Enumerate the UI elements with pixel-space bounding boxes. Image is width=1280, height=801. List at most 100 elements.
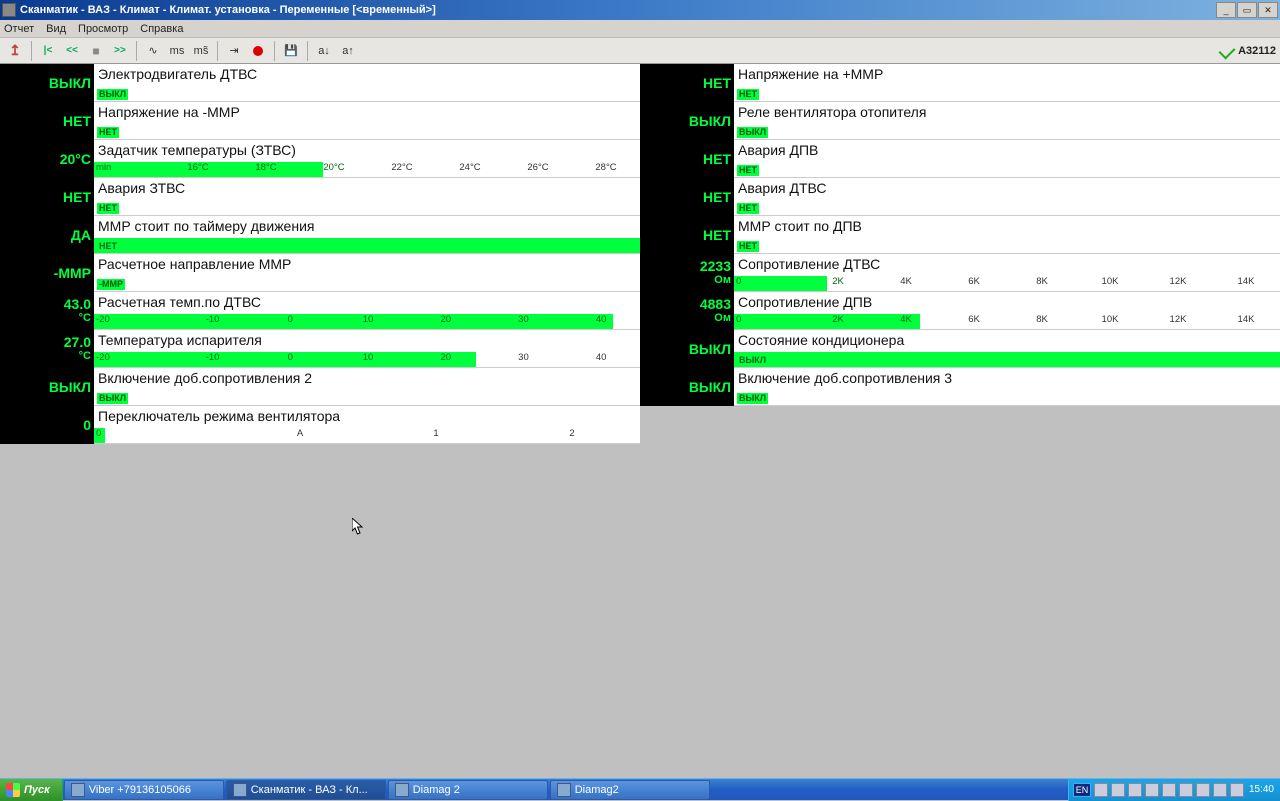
status-badge: ВЫКЛ (737, 393, 768, 404)
parameter-row[interactable]: 2233ОмСопротивление ДТВС02K4K6K8K10K12K1… (640, 254, 1280, 292)
parameter-row[interactable]: НЕТММР стоит по ДПВНЕТ (640, 216, 1280, 254)
label-cell: Температура испарителя-20-10010203040 (94, 330, 640, 368)
window-buttons: _ ▭ ✕ (1216, 2, 1278, 18)
parameter-row[interactable]: НЕТАвария ЗТВСНЕТ (0, 178, 640, 216)
status-badge: НЕТ (737, 241, 759, 252)
bar-tick: 20 (407, 314, 485, 329)
separator (217, 41, 218, 61)
value-cell: 0 (0, 406, 94, 444)
parameter-unit: °C (79, 349, 91, 363)
parameter-row[interactable]: ВЫКЛВключение доб.сопротивления 2ВЫКЛ (0, 368, 640, 406)
tray-icon[interactable] (1196, 783, 1210, 797)
status-badge: НЕТ (737, 165, 759, 176)
label-cell: Состояние кондиционераВЫКЛ (734, 330, 1280, 368)
language-indicator[interactable]: EN (1073, 783, 1091, 797)
sort-desc-icon: a↑ (342, 45, 354, 57)
bar-tick: 12K (1144, 314, 1212, 329)
toolbar-up-button[interactable]: ↥ (4, 40, 26, 62)
toolbar-first-button[interactable]: |< (37, 40, 59, 62)
start-button[interactable]: Пуск (0, 779, 63, 801)
toolbar-prev-button[interactable]: << (61, 40, 83, 62)
minimize-button[interactable]: _ (1216, 2, 1236, 18)
toolbar-next-button[interactable]: >> (109, 40, 131, 62)
toolbar-stop-button[interactable]: ■ (85, 40, 107, 62)
separator (31, 41, 32, 61)
window-title: Сканматик - ВАЗ - Климат - Климат. устан… (20, 4, 1216, 16)
toolbar-mswave-button[interactable]: ms̃ (190, 40, 212, 62)
label-cell: Переключатель режима вентилятора0А12 (94, 406, 640, 444)
toolbar-ms-button[interactable]: ms (166, 40, 188, 62)
tray-icon[interactable] (1145, 783, 1159, 797)
toolbar-record-button[interactable] (247, 40, 269, 62)
bar-tick: 1 (368, 428, 504, 443)
maximize-button[interactable]: ▭ (1237, 2, 1257, 18)
parameter-row[interactable]: ВЫКЛСостояние кондиционераВЫКЛ (640, 330, 1280, 368)
status-badge: -ММР (97, 279, 125, 290)
taskbar-items: Viber +79136105066Сканматик - ВАЗ - Кл..… (63, 780, 711, 800)
bar-tick: 6K (940, 314, 1008, 329)
tray-icon[interactable] (1179, 783, 1193, 797)
tray-icon[interactable] (1094, 783, 1108, 797)
parameter-row[interactable]: НЕТНапряжение на -ММРНЕТ (0, 102, 640, 140)
parameter-row[interactable]: НЕТАвария ДТВСНЕТ (640, 178, 1280, 216)
tray-icon[interactable] (1213, 783, 1227, 797)
parameter-label: Включение доб.сопротивления 3 (738, 370, 1276, 386)
menu-browse[interactable]: Просмотр (78, 23, 128, 35)
bar-tick: 2K (804, 276, 872, 291)
tray-icon[interactable] (1128, 783, 1142, 797)
tray-icon[interactable] (1230, 783, 1244, 797)
parameter-row[interactable]: ВЫКЛРеле вентилятора отопителяВЫКЛ (640, 102, 1280, 140)
taskbar-item[interactable]: Сканматик - ВАЗ - Кл... (226, 780, 386, 800)
toolbar-sort-desc-button[interactable]: a↑ (337, 40, 359, 62)
menu-view[interactable]: Вид (46, 23, 66, 35)
status-badge: ВЫКЛ (737, 127, 768, 138)
parameter-row[interactable]: 4883ОмСопротивление ДПВ02K4K6K8K10K12K14… (640, 292, 1280, 330)
parameter-label: ММР стоит по ДПВ (738, 218, 1276, 234)
toolbar-save-button[interactable]: 💾 (280, 40, 302, 62)
parameter-row[interactable]: ВЫКЛЭлектродвигатель ДТВСВЫКЛ (0, 64, 640, 102)
menu-help[interactable]: Справка (140, 23, 183, 35)
toolbar-sort-asc-button[interactable]: a↓ (313, 40, 335, 62)
taskbar-item[interactable]: Diamag2 (550, 780, 710, 800)
bar-tick: 4K (872, 314, 940, 329)
clock[interactable]: 15:40 (1247, 784, 1276, 795)
bar-gauge: 0А12 (94, 428, 640, 443)
parameter-value: 4883 (700, 297, 731, 311)
parameter-value: НЕТ (703, 190, 731, 204)
bar-tick: 12K (1144, 276, 1212, 291)
parameter-label: Расчетное направление ММР (98, 256, 636, 272)
parameter-value: ВЫКЛ (49, 76, 91, 90)
value-cell: НЕТ (640, 64, 734, 102)
toolbar-pin-button[interactable]: ⇥ (223, 40, 245, 62)
bar-tick: 20 (407, 352, 485, 367)
parameter-unit: Ом (714, 311, 731, 325)
taskbar-item[interactable]: Viber +79136105066 (64, 780, 224, 800)
bar-ticks: 0А12 (94, 428, 640, 443)
value-cell: 2233Ом (640, 254, 734, 292)
parameter-row[interactable]: ВЫКЛВключение доб.сопротивления 3ВЫКЛ (640, 368, 1280, 406)
status-badge: НЕТ (737, 203, 759, 214)
bar-tick: 0 (251, 352, 329, 367)
parameter-row[interactable]: ДАММР стоит по таймеру движенияНЕТ (0, 216, 640, 254)
menu-report[interactable]: Отчет (4, 23, 34, 35)
bar-tick: 28°C (572, 162, 640, 177)
parameter-row[interactable]: 0Переключатель режима вентилятора0А12 (0, 406, 640, 444)
parameter-row[interactable]: 27.0°CТемпература испарителя-20-10010203… (0, 330, 640, 368)
column-right: НЕТНапряжение на +ММРНЕТВЫКЛРеле вентиля… (640, 64, 1280, 444)
parameter-row[interactable]: -ММРРасчетное направление ММР-ММР (0, 254, 640, 292)
bar-ticks: min16°C18°C20°C22°C24°C26°C28°C (94, 162, 640, 177)
parameter-row[interactable]: НЕТАвария ДПВНЕТ (640, 140, 1280, 178)
parameter-row[interactable]: 43.0°CРасчетная темп.по ДТВС-20-10010203… (0, 292, 640, 330)
tray-icon[interactable] (1162, 783, 1176, 797)
taskbar-item[interactable]: Diamag 2 (388, 780, 548, 800)
parameter-row[interactable]: 20°CЗадатчик температуры (ЗТВС)min16°C18… (0, 140, 640, 178)
bar-tick: 8K (1008, 276, 1076, 291)
parameter-row[interactable]: НЕТНапряжение на +ММРНЕТ (640, 64, 1280, 102)
tray-icon[interactable] (1111, 783, 1125, 797)
toolbar-wave-button[interactable]: ∿ (142, 40, 164, 62)
status-badge: НЕТ (97, 203, 119, 214)
bar-tick: 40 (562, 352, 640, 367)
label-cell: Сопротивление ДТВС02K4K6K8K10K12K14K (734, 254, 1280, 292)
parameter-label: Включение доб.сопротивления 2 (98, 370, 636, 386)
close-button[interactable]: ✕ (1258, 2, 1278, 18)
